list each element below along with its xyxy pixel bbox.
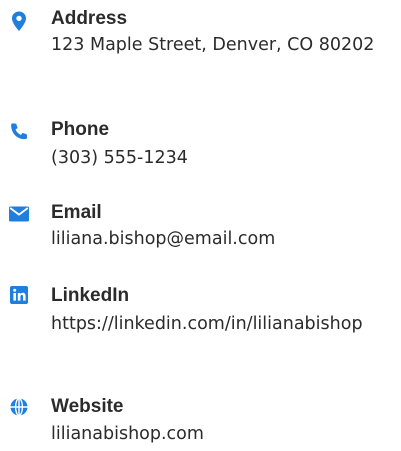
linkedin-label: LinkedIn [51, 285, 130, 306]
contact-info-list: Address 123 Maple Street, Denver, CO 802… [0, 0, 401, 451]
contact-item-website: Website lilianabishop.com [0, 397, 401, 451]
contact-item-address: Address 123 Maple Street, Denver, CO 802… [0, 9, 401, 99]
contact-item-phone: Phone (303) 555-1234 [0, 120, 401, 180]
map-pin-icon [8, 10, 30, 32]
address-label: Address [51, 8, 128, 29]
linkedin-icon [8, 284, 30, 306]
phone-icon [8, 121, 30, 143]
globe-icon [8, 396, 30, 418]
contact-item-email: Email liliana.bishop@email.com [0, 203, 401, 263]
website-link[interactable]: lilianabishop.com [51, 420, 396, 449]
address-value: 123 Maple Street, Denver, CO 80202 [51, 35, 375, 55]
phone-label: Phone [51, 119, 110, 140]
website-label: Website [51, 396, 124, 417]
envelope-icon [8, 203, 30, 225]
email-label: Email [51, 202, 102, 223]
contact-item-linkedin: LinkedIn https://linkedin.com/in/liliana… [0, 286, 401, 376]
phone-value: (303) 555-1234 [51, 148, 188, 168]
linkedin-link[interactable]: https://linkedin.com/in/lilianabishop [51, 310, 396, 339]
email-value: liliana.bishop@email.com [51, 229, 276, 249]
